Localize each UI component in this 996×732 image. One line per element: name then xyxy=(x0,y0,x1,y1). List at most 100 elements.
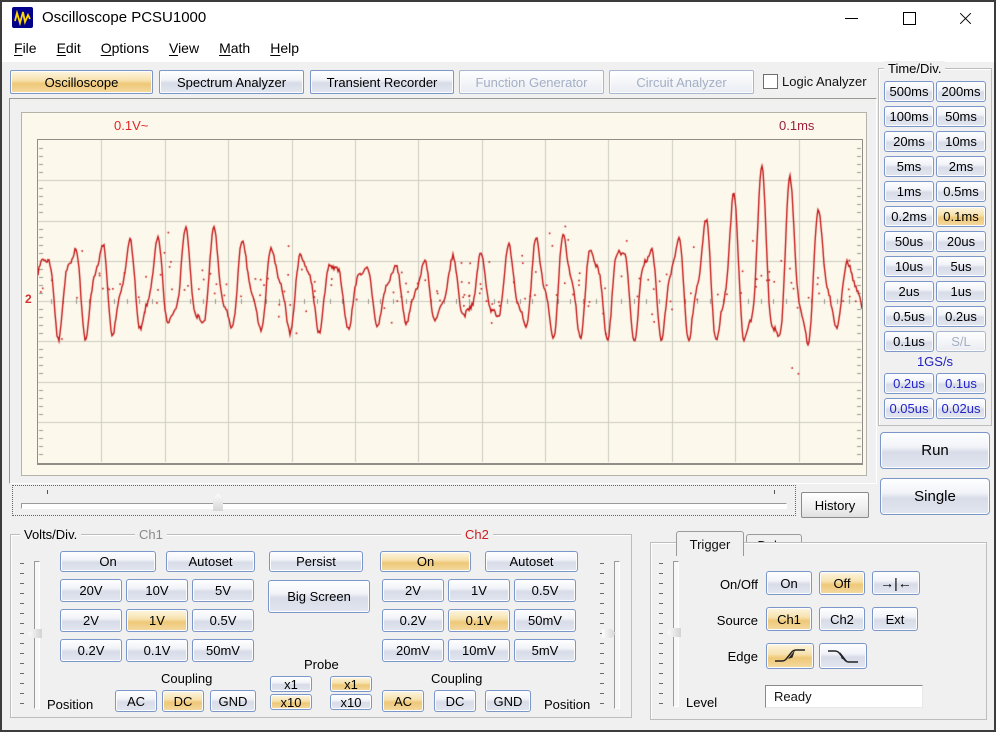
trigger-edge-rising-button[interactable] xyxy=(766,643,814,669)
ch1-coupling-GND[interactable]: GND xyxy=(210,690,256,712)
ch1-volt-0.1V[interactable]: 0.1V xyxy=(126,639,188,662)
timediv-0.1ms[interactable]: 0.1ms xyxy=(936,206,986,227)
timediv-100ms[interactable]: 100ms xyxy=(884,106,934,127)
ch1-label: Ch1 xyxy=(135,527,167,542)
timediv-500ms[interactable]: 500ms xyxy=(884,81,934,102)
timediv-gs-0.1us[interactable]: 0.1us xyxy=(936,373,986,394)
menu-edit[interactable]: Edit xyxy=(47,37,91,59)
timediv-0.1us[interactable]: 0.1us xyxy=(884,331,934,352)
trigger-source-ch2[interactable]: Ch2 xyxy=(819,607,865,631)
channel2-position-marker[interactable]: 2 xyxy=(25,292,32,306)
tab-trigger[interactable]: Trigger xyxy=(676,531,744,556)
ch2-volt-20mV[interactable]: 20mV xyxy=(382,639,444,662)
ch1-probe-x1[interactable]: x1 xyxy=(270,676,312,692)
maximize-icon[interactable] xyxy=(886,2,932,34)
trigger-level-label: Level xyxy=(686,695,717,710)
ch2-volt-5mV[interactable]: 5mV xyxy=(514,639,576,662)
big-screen-button[interactable]: Big Screen xyxy=(268,580,370,613)
timediv-2ms[interactable]: 2ms xyxy=(936,156,986,177)
ch1-volt-2V[interactable]: 2V xyxy=(60,609,122,632)
ch2-volt-0.1V[interactable]: 0.1V xyxy=(448,609,510,632)
app-window: Oscilloscope PCSU1000 FileEditOptionsVie… xyxy=(0,0,996,732)
ch1-coupling-AC[interactable]: AC xyxy=(115,690,157,712)
timediv-5us[interactable]: 5us xyxy=(936,256,986,277)
timediv-2us[interactable]: 2us xyxy=(884,281,934,302)
menu-help[interactable]: Help xyxy=(260,37,309,59)
ch1-volt-5V[interactable]: 5V xyxy=(192,579,254,602)
ch2-volt-1V[interactable]: 1V xyxy=(448,579,510,602)
trigger-source-ext[interactable]: Ext xyxy=(872,607,918,631)
timediv-20ms[interactable]: 20ms xyxy=(884,131,934,152)
single-button[interactable]: Single xyxy=(880,478,990,515)
ch2-coupling-AC[interactable]: AC xyxy=(382,690,424,712)
trigger-edge-falling-button[interactable] xyxy=(819,643,867,669)
run-button[interactable]: Run xyxy=(880,432,990,469)
trigger-level-slider[interactable] xyxy=(658,559,684,709)
timediv-5ms[interactable]: 5ms xyxy=(884,156,934,177)
timediv-1ms[interactable]: 1ms xyxy=(884,181,934,202)
slider-groove xyxy=(21,503,787,509)
timediv-panel: Time/Div. 500ms200ms100ms50ms20ms10ms5ms… xyxy=(878,68,992,426)
timediv-50us[interactable]: 50us xyxy=(884,231,934,252)
timediv-50ms[interactable]: 50ms xyxy=(936,106,986,127)
ch1-volt-1V[interactable]: 1V xyxy=(126,609,188,632)
timediv-0.5ms[interactable]: 0.5ms xyxy=(936,181,986,202)
menu-view[interactable]: View xyxy=(159,37,209,59)
timediv-10ms[interactable]: 10ms xyxy=(936,131,986,152)
ch2-probe-x10[interactable]: x10 xyxy=(330,694,372,710)
timediv-200ms[interactable]: 200ms xyxy=(936,81,986,102)
timediv-1us[interactable]: 1us xyxy=(936,281,986,302)
ch1-coupling-DC[interactable]: DC xyxy=(162,690,204,712)
ch1-volt-10V[interactable]: 10V xyxy=(126,579,188,602)
tab-spectrum-analyzer[interactable]: Spectrum Analyzer xyxy=(159,70,304,94)
timediv-gs-0.02us[interactable]: 0.02us xyxy=(936,398,986,419)
slider-thumb[interactable] xyxy=(28,629,42,638)
ch2-coupling-GND[interactable]: GND xyxy=(485,690,531,712)
timediv-20us[interactable]: 20us xyxy=(936,231,986,252)
tab-transient-recorder[interactable]: Transient Recorder xyxy=(310,70,454,94)
close-icon[interactable] xyxy=(942,2,988,34)
menu-math[interactable]: Math xyxy=(209,37,260,59)
ch2-volt-0.5V[interactable]: 0.5V xyxy=(514,579,576,602)
timediv-0.5us[interactable]: 0.5us xyxy=(884,306,934,327)
timediv-gs-0.2us[interactable]: 0.2us xyxy=(884,373,934,394)
timediv-10us[interactable]: 10us xyxy=(884,256,934,277)
ch2-autoset-button[interactable]: Autoset xyxy=(485,551,578,572)
logic-analyzer-checkbox[interactable] xyxy=(763,74,778,89)
ch2-position-slider[interactable] xyxy=(599,559,625,711)
ch1-position-slider[interactable] xyxy=(19,559,45,711)
slider-thumb[interactable] xyxy=(667,628,681,637)
ch1-volt-50mV[interactable]: 50mV xyxy=(192,639,254,662)
ch2-probe-x1[interactable]: x1 xyxy=(330,676,372,692)
ch2-volt-50mV[interactable]: 50mV xyxy=(514,609,576,632)
ch2-volt-10mV[interactable]: 10mV xyxy=(448,639,510,662)
trigger-on-button[interactable]: On xyxy=(766,571,812,595)
persist-button[interactable]: Persist xyxy=(269,551,363,572)
ch1-volt-0.5V[interactable]: 0.5V xyxy=(192,609,254,632)
ch1-on-button[interactable]: On xyxy=(60,551,156,572)
horizontal-position-slider[interactable] xyxy=(12,485,796,516)
ch2-volt-2V[interactable]: 2V xyxy=(382,579,444,602)
menu-file[interactable]: File xyxy=(4,37,47,59)
trigger-sync-icon-button[interactable]: →|← xyxy=(872,571,920,595)
tab-oscilloscope[interactable]: Oscilloscope xyxy=(10,70,153,94)
menu-options[interactable]: Options xyxy=(91,37,159,59)
history-button[interactable]: History xyxy=(801,492,869,518)
timediv-0.2ms[interactable]: 0.2ms xyxy=(884,206,934,227)
trigger-source-label: Source xyxy=(698,613,758,628)
ch2-volt-0.2V[interactable]: 0.2V xyxy=(382,609,444,632)
trigger-source-ch1[interactable]: Ch1 xyxy=(766,607,812,631)
ch1-autoset-button[interactable]: Autoset xyxy=(166,551,255,572)
trigger-level-value: Ready xyxy=(765,685,923,708)
timediv-0.2us[interactable]: 0.2us xyxy=(936,306,986,327)
ch2-coupling-DC[interactable]: DC xyxy=(434,690,476,712)
slider-thumb[interactable] xyxy=(213,493,223,511)
ch1-probe-x10[interactable]: x10 xyxy=(270,694,312,710)
ch2-on-button[interactable]: On xyxy=(380,551,471,572)
timediv-gs-0.05us[interactable]: 0.05us xyxy=(884,398,934,419)
trigger-off-button[interactable]: Off xyxy=(819,571,865,595)
tab-function-generator: Function Generator xyxy=(459,70,604,94)
ch1-volt-0.2V[interactable]: 0.2V xyxy=(60,639,122,662)
ch1-volt-20V[interactable]: 20V xyxy=(60,579,122,602)
minimize-icon[interactable] xyxy=(828,2,874,34)
